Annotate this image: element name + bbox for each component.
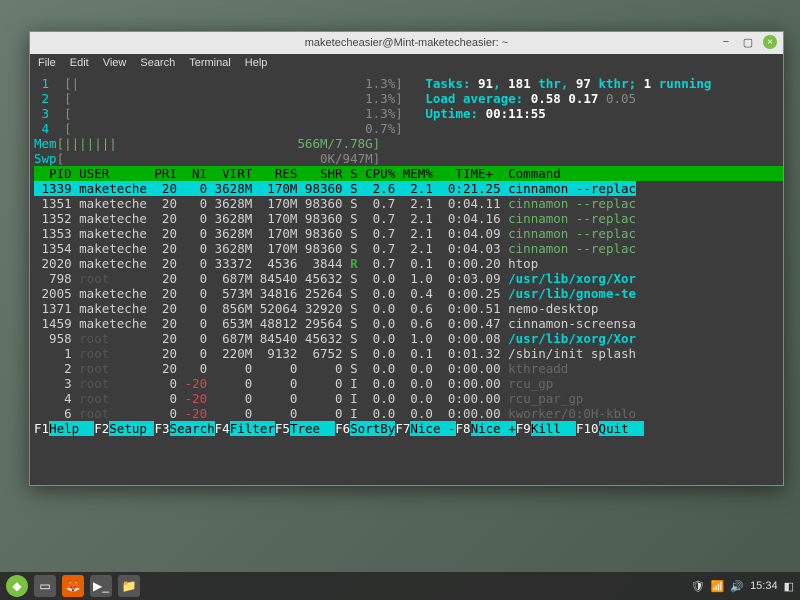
network-icon[interactable]: 📶 [711,580,725,593]
clock[interactable]: 15:34 [750,580,778,592]
close-button[interactable]: × [763,35,777,49]
tray-icon[interactable]: ◧ [784,580,794,593]
titlebar[interactable]: maketecheasier@Mint-maketecheasier: ~ − … [30,32,783,54]
menu-edit[interactable]: Edit [70,57,89,71]
menubar: File Edit View Search Terminal Help [30,54,783,74]
taskbar: ◆ ▭ 🦊 ▶_ 📁 🛡 📶 🔊 15:34 ◧ [0,572,800,600]
terminal-content[interactable]: 1 [| 1.3%] Tasks: 91, 181 thr, 97 kthr; … [30,74,783,485]
maximize-button[interactable]: ▢ [741,35,755,49]
shield-icon[interactable]: 🛡 [691,580,705,593]
mint-menu-icon[interactable]: ◆ [6,575,28,597]
files-icon[interactable]: 📁 [118,575,140,597]
window-controls: − ▢ × [719,35,777,49]
window-title: maketecheasier@Mint-maketecheasier: ~ [305,37,508,49]
minimize-button[interactable]: − [719,35,733,49]
menu-help[interactable]: Help [245,57,268,71]
menu-search[interactable]: Search [140,57,175,71]
menu-view[interactable]: View [103,57,127,71]
firefox-icon[interactable]: 🦊 [62,575,84,597]
show-desktop-icon[interactable]: ▭ [34,575,56,597]
terminal-taskbar-icon[interactable]: ▶_ [90,575,112,597]
volume-icon[interactable]: 🔊 [730,580,744,593]
terminal-window: maketecheasier@Mint-maketecheasier: ~ − … [29,31,784,486]
menu-terminal[interactable]: Terminal [189,57,231,71]
system-tray: 🛡 📶 🔊 15:34 ◧ [691,580,794,593]
menu-file[interactable]: File [38,57,56,71]
